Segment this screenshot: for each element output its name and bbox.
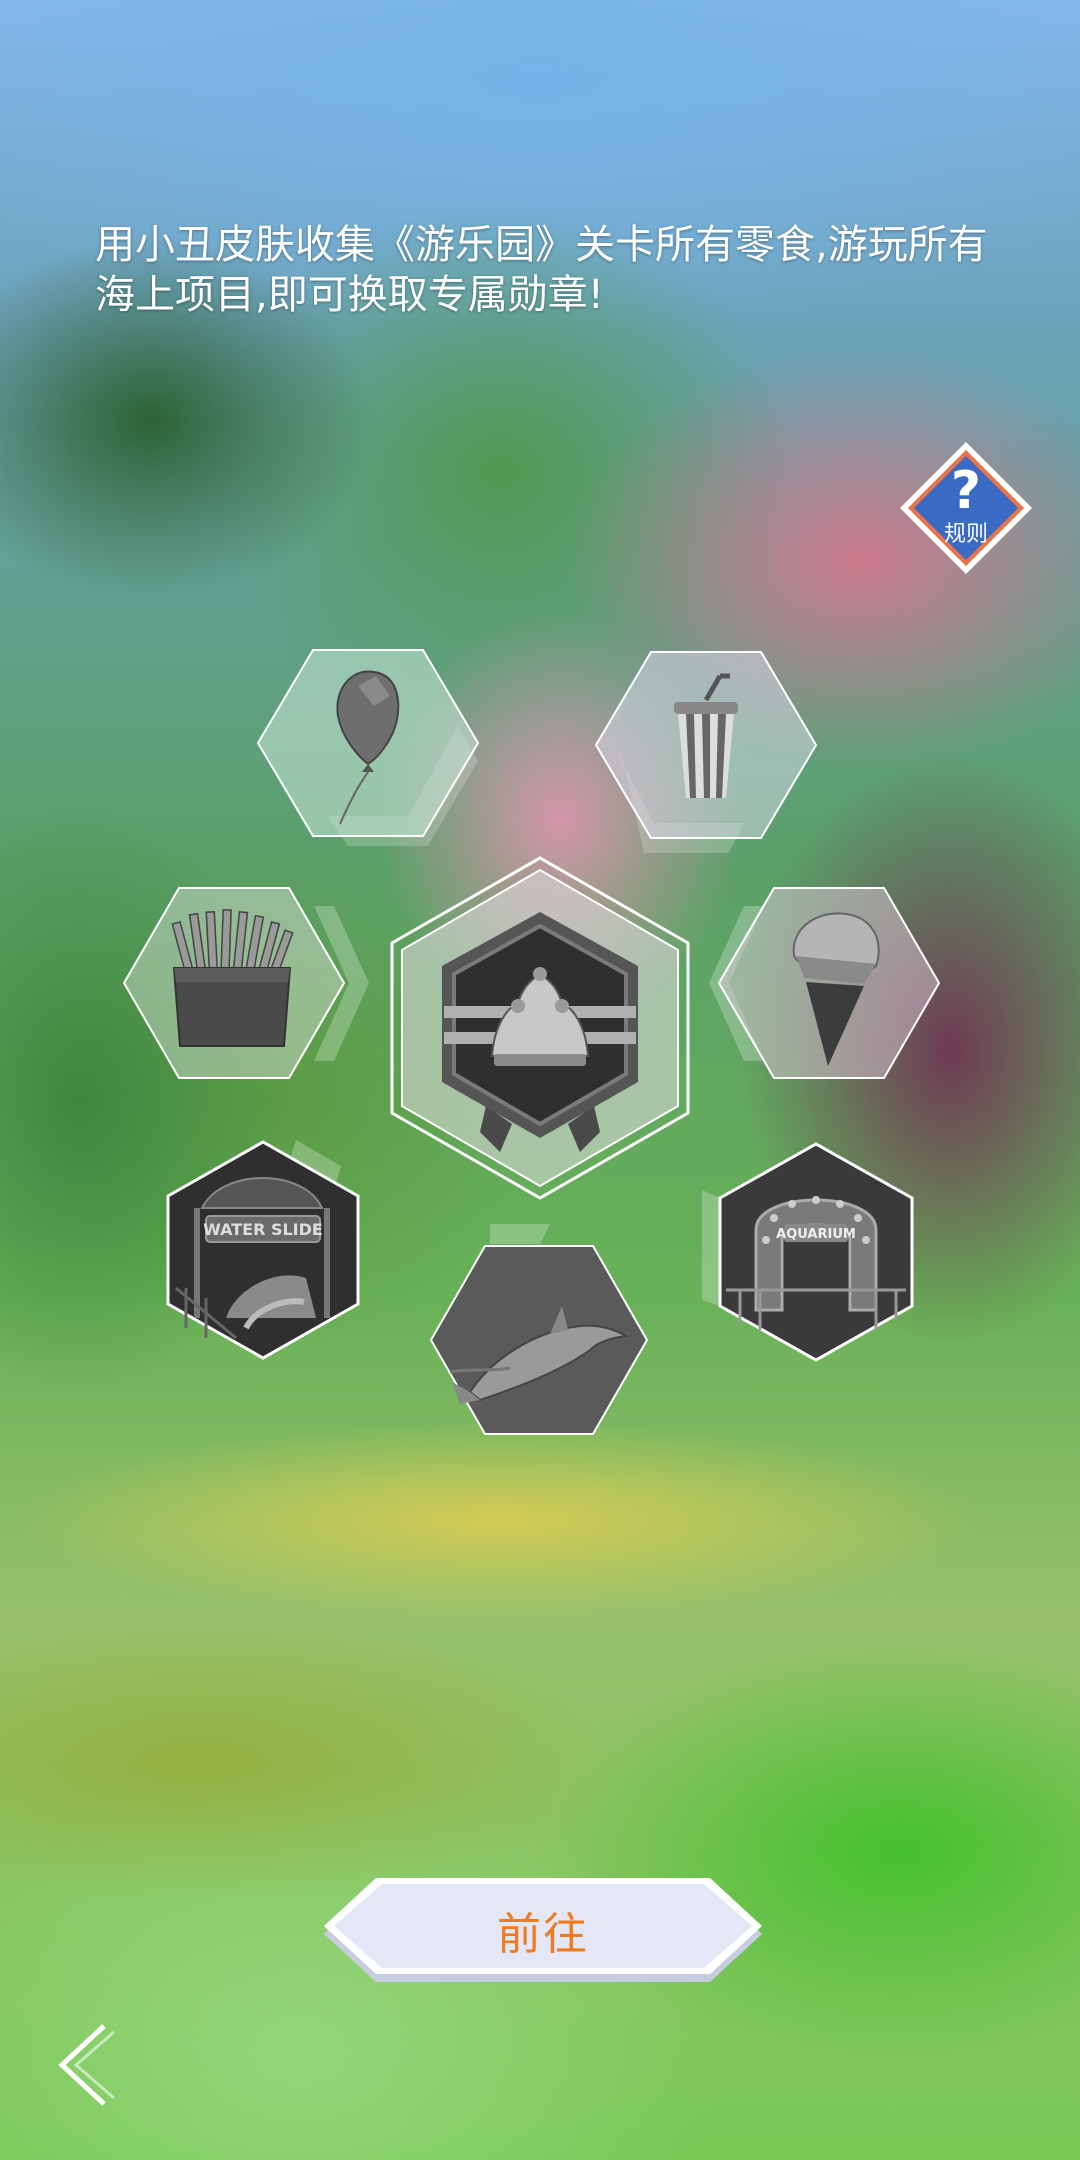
item-ice-cream[interactable] [709,886,974,1086]
question-mark-icon: ? [951,461,981,521]
goto-button[interactable]: 前往 [318,1876,768,1984]
back-chevron-icon [58,2024,115,2106]
rules-label: 规则 [944,522,988,547]
item-french-fries[interactable] [122,886,374,1086]
goto-label: 前往 [497,1909,589,1960]
back-button[interactable] [52,2020,122,2110]
item-balloon[interactable] [256,646,488,856]
mission-description: 用小丑皮肤收集《游乐园》关卡所有零食,游玩所有海上项目,即可换取专属勋章! [95,222,988,318]
item-drink-cup[interactable] [594,648,824,868]
item-aquarium[interactable]: AQUARIUM [700,1140,940,1370]
exclusive-badge [388,856,692,1200]
item-dolphin[interactable] [429,1222,650,1442]
aquarium-sign: AQUARIUM [776,1227,856,1242]
rules-button[interactable]: ? 规则 [896,438,1036,578]
water-slide-sign: WATER SLIDE [203,1220,323,1239]
item-water-slide[interactable]: WATER SLIDE [166,1138,396,1368]
